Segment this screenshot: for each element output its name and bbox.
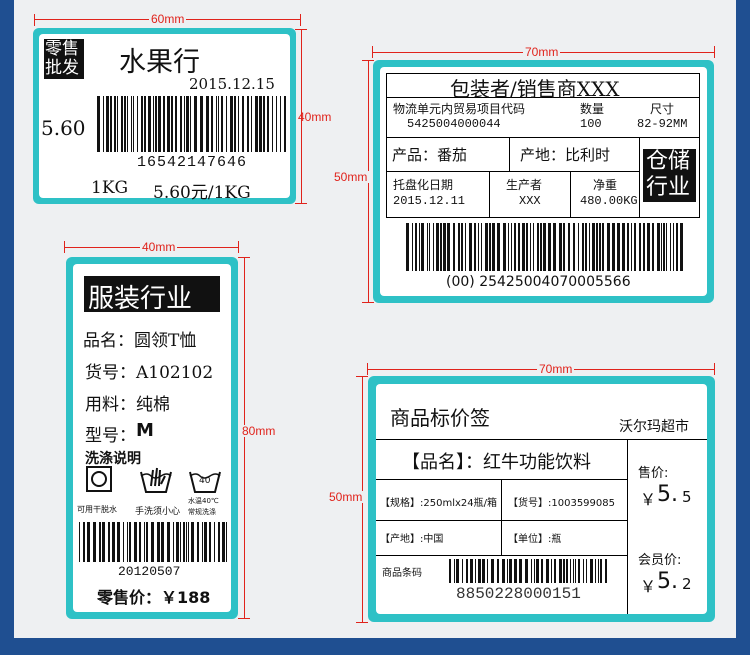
label-fruit-shop: 零售 批发 水果行 2015.12.15 5.60 16542147646 1K… xyxy=(33,28,296,204)
price-label: 售价: xyxy=(638,466,669,481)
barcode-number: 20120507 xyxy=(118,564,181,579)
wash-temp: 40 xyxy=(199,476,211,486)
member-price-integer: 5. xyxy=(657,569,678,594)
clothing-title-block: 服装行业 xyxy=(84,276,220,314)
barcode xyxy=(79,522,227,562)
product-name: 【品名】：红牛功能饮料 xyxy=(402,452,591,473)
width-dimension: 70mm xyxy=(537,362,575,376)
price-decimal: 5 xyxy=(682,488,692,506)
clothing-title: 服装行业 xyxy=(88,284,193,314)
weight: 1KG xyxy=(91,178,129,198)
dim-tick xyxy=(295,203,307,204)
model-key: 型号： xyxy=(85,426,136,446)
price-integer: 5. xyxy=(657,482,678,507)
dim-tick xyxy=(34,14,35,26)
barcode xyxy=(97,96,286,152)
origin: 【产地】:中国 xyxy=(380,534,444,545)
barcode-number: 16542147646 xyxy=(137,154,248,171)
member-price-label: 会员价: xyxy=(638,553,682,568)
label-clothing: 服装行业 品名：圆领T恤 货号：A102102 用料：纯棉 型号： M 洗涤说明… xyxy=(66,257,238,619)
price-left: 5.60 xyxy=(41,116,86,140)
member-price-currency: ￥ xyxy=(640,577,657,596)
wash-title: 洗涤说明 xyxy=(85,451,141,467)
retail-price: 零售价：￥188 xyxy=(97,588,211,607)
spec: 【规格】:250mlx24瓶/箱 xyxy=(380,498,497,509)
shop-name: 水果行 xyxy=(119,47,200,78)
width-dimension: 70mm xyxy=(523,45,561,59)
product-name: 产品：番茄 xyxy=(392,146,468,164)
height-dimension: 80mm xyxy=(240,424,278,438)
material: 用料：纯棉 xyxy=(85,395,170,415)
model-value: M xyxy=(136,420,154,441)
origin: 产地：比利时 xyxy=(520,146,611,164)
dim-tick xyxy=(238,618,250,619)
retail-badge: 零售 批发 xyxy=(44,39,84,79)
store-name: 沃尔玛超市 xyxy=(619,419,689,435)
dim-tick xyxy=(362,302,374,303)
dim-tick xyxy=(714,46,715,58)
price-currency: ￥ xyxy=(640,490,657,509)
height-dimension: 40mm xyxy=(298,110,332,124)
height-dimension: 50mm xyxy=(327,490,365,504)
width-dimension: 40mm xyxy=(140,240,178,254)
tumble-dry-icon xyxy=(86,466,112,492)
unit-price: 5.60元/1KG xyxy=(153,183,251,203)
barcode-number: 8850228000151 xyxy=(456,585,581,603)
barcode xyxy=(406,223,683,271)
price-tag-title: 商品标价签 xyxy=(390,406,490,430)
dim-tick xyxy=(714,363,715,375)
width-dimension: 60mm xyxy=(149,12,187,26)
packer-title: 包装者/销售商XXX xyxy=(450,77,620,101)
dim-tick xyxy=(356,622,368,623)
height-dimension: 50mm xyxy=(332,170,370,184)
member-price-decimal: 2 xyxy=(682,575,692,593)
unit: 【单位】:瓶 xyxy=(508,534,562,545)
barcode xyxy=(449,559,607,583)
label-logistics: 包装者/销售商XXX 物流单元内贸易项目代码 5425004000044 数量 … xyxy=(373,60,714,303)
item-number: 【货号】:1003599085 xyxy=(508,498,615,509)
warehouse-stamp: 仓储 行业 xyxy=(643,149,696,202)
dim-tick xyxy=(238,241,239,253)
hand-wash-icon xyxy=(140,467,172,493)
date: 2015.12.15 xyxy=(189,75,275,93)
dim-tick xyxy=(300,14,301,26)
barcode-label: 商品条码 xyxy=(382,568,422,579)
item-number: 货号：A102102 xyxy=(85,363,214,383)
product-name: 品名：圆领T恤 xyxy=(83,331,197,351)
label-price-tag: 商品标价签 沃尔玛超市 【品名】：红牛功能饮料 【规格】:250mlx24瓶/箱… xyxy=(368,376,715,622)
barcode-number: (00) 25425004070005566 xyxy=(446,274,631,290)
